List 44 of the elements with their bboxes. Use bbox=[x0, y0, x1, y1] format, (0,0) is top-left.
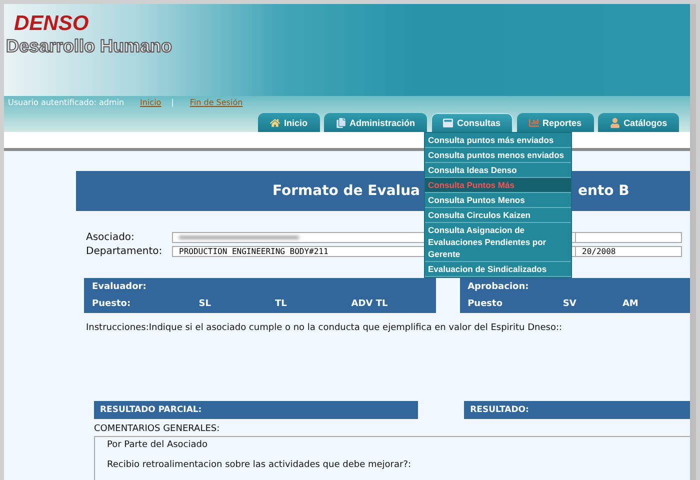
section-bar: RESULTADO: bbox=[464, 401, 690, 419]
menu-item[interactable]: Consulta puntos menos enviados bbox=[425, 148, 571, 163]
column-label: Puesto bbox=[468, 299, 504, 309]
nav-tab[interactable]: Inicio bbox=[258, 113, 320, 133]
bar-chart-icon bbox=[528, 118, 539, 128]
text-field[interactable]: 20/2008 bbox=[576, 246, 682, 257]
column-label: SV bbox=[562, 299, 578, 309]
nav-tab[interactable]: Reportes bbox=[516, 113, 594, 133]
menu-item[interactable]: Consulta Puntos Más bbox=[425, 178, 571, 193]
field-label: Asociado: bbox=[86, 232, 136, 243]
house-icon bbox=[270, 118, 280, 128]
nav-tab[interactable]: Consultas bbox=[431, 113, 513, 133]
app-title: Desarrollo Humano bbox=[6, 36, 172, 57]
nav-tab[interactable]: Administración bbox=[324, 113, 428, 133]
person-icon bbox=[610, 118, 620, 128]
nav-tab[interactable]: Catálogos bbox=[598, 113, 680, 133]
question-text: Recibio retroalimentacion sobre las actividades que debe mejorar?: bbox=[107, 460, 412, 470]
column-label: SL bbox=[198, 299, 212, 309]
section-bar: RESULTADO PARCIAL: bbox=[94, 401, 418, 419]
home-link[interactable]: Inicio bbox=[140, 98, 162, 107]
column-label: ADV TL bbox=[351, 299, 389, 309]
menu-item[interactable]: Consulta Asignacion de Evaluaciones Pendientes por Gerente bbox=[425, 223, 571, 262]
pages-icon bbox=[336, 118, 346, 128]
column-label: TL bbox=[275, 299, 288, 309]
column-label: AM bbox=[622, 299, 640, 309]
menu-item[interactable]: Consulta Puntos Menos bbox=[425, 193, 571, 208]
instructions-text: Instrucciones:Indique si el asociado cumple o no la conducta que ejemplifica en valor del Espiritu Dneso:: bbox=[86, 323, 564, 333]
brand-logo: DENSO bbox=[14, 12, 89, 36]
link-separator: | bbox=[171, 98, 174, 107]
form-title: Formato de Evalua bbox=[272, 183, 420, 199]
panel-title: Evaluador: bbox=[92, 282, 148, 292]
panel-title: Aprobacion: bbox=[468, 282, 530, 292]
user-label: Usuario autentificado: admin bbox=[8, 98, 124, 107]
menu-item[interactable]: Consulta puntos más enviados bbox=[425, 133, 571, 148]
menu-item[interactable]: Consulta Circulos Kaizen bbox=[425, 208, 571, 223]
column-label: Puesto: bbox=[92, 299, 132, 309]
field-label: Departamento: bbox=[86, 246, 164, 257]
form-title: ento B bbox=[578, 183, 630, 199]
window-icon bbox=[443, 118, 454, 128]
logout-link[interactable]: Fin de Sesión bbox=[190, 98, 243, 107]
menu-item[interactable]: Evaluacion de Sindicalizados bbox=[425, 262, 571, 277]
comments-label: COMENTARIOS GENERALES: bbox=[94, 424, 221, 434]
comments-heading: Por Parte del Asociado bbox=[107, 440, 208, 450]
text-field[interactable] bbox=[576, 232, 682, 243]
